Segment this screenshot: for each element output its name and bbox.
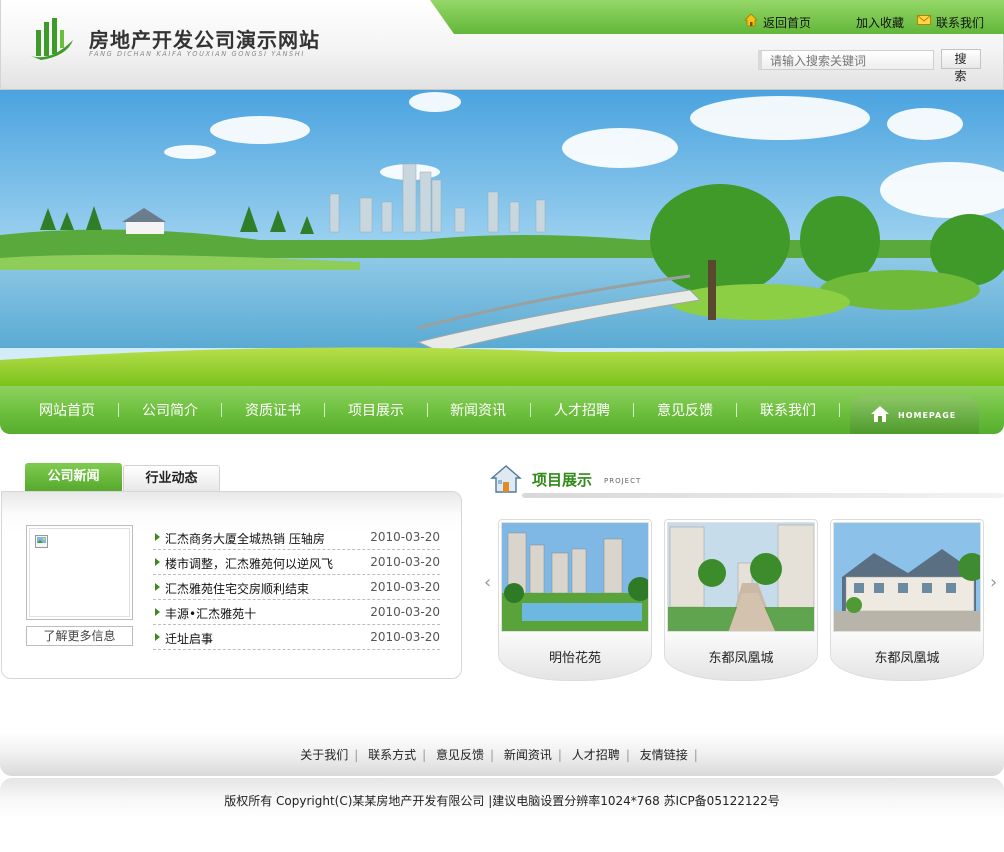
nav-divider xyxy=(427,403,428,417)
footer-link-feedback[interactable]: 意见反馈 xyxy=(436,748,484,762)
footer-nav: 关于我们 | 联系方式 | 意见反馈 | 新闻资讯 | 人才招聘 | 友情链接 | xyxy=(300,748,698,762)
news-date: 2010-03-20 xyxy=(370,580,440,594)
tab-company-news[interactable]: 公司新闻 xyxy=(25,463,122,491)
list-item[interactable]: 迁址启事 2010-03-20 xyxy=(153,625,440,650)
project-card[interactable]: 东都凤凰城 xyxy=(830,519,984,681)
nav-divider xyxy=(633,403,634,417)
project-house-icon xyxy=(490,465,522,493)
home-icon xyxy=(744,13,758,27)
nav-divider xyxy=(736,403,737,417)
projects-title: 项目展示 xyxy=(532,471,593,489)
mail-icon xyxy=(917,15,931,25)
news-date: 2010-03-20 xyxy=(370,555,440,569)
project-card[interactable]: 东都凤凰城 xyxy=(664,519,818,681)
contact-us-link[interactable]: 联系我们 xyxy=(936,14,984,31)
nav-item-about[interactable]: 公司简介 xyxy=(142,386,198,434)
bullet-arrow-icon xyxy=(155,533,160,541)
nav-divider xyxy=(221,403,222,417)
broken-image-icon xyxy=(35,535,48,548)
news-date: 2010-03-20 xyxy=(370,630,440,644)
bullet-arrow-icon xyxy=(155,608,160,616)
news-title[interactable]: 丰源•汇杰雅苑十 xyxy=(165,605,256,622)
news-list: 汇杰商务大厦全城热销 压轴房 2010-03-20 楼市调整，汇杰雅苑何以逆风飞… xyxy=(153,525,440,650)
projects-subtitle: PROJECT xyxy=(604,477,642,485)
news-date: 2010-03-20 xyxy=(370,605,440,619)
section-divider xyxy=(522,493,1004,498)
nav-item-feedback[interactable]: 意见反馈 xyxy=(657,386,713,434)
project-name[interactable]: 东都凤凰城 xyxy=(664,647,818,666)
footer-link-news[interactable]: 新闻资讯 xyxy=(504,748,552,762)
carousel-next-icon[interactable]: › xyxy=(990,572,997,593)
hero-landscape-image xyxy=(0,90,1004,386)
footer-copyright-band xyxy=(0,778,1004,852)
nav-divider xyxy=(839,403,840,417)
news-title[interactable]: 汇杰商务大厦全城热销 压轴房 xyxy=(165,530,325,547)
site-subtitle: FANG DICHAN KAIFA YOUXIAN GONGSI YANSHI xyxy=(89,50,305,58)
nav-divider xyxy=(530,403,531,417)
tab-industry-news[interactable]: 行业动态 xyxy=(123,465,220,491)
news-title[interactable]: 楼市调整，汇杰雅苑何以逆风飞 xyxy=(165,555,333,572)
nav-item-home[interactable]: 网站首页 xyxy=(39,386,95,434)
nav-divider xyxy=(324,403,325,417)
footer-link-careers[interactable]: 人才招聘 xyxy=(572,748,620,762)
main-nav: 网站首页 公司简介 资质证书 项目展示 新闻资讯 人才招聘 意见反馈 联系我们 … xyxy=(0,386,1004,434)
nav-item-contact[interactable]: 联系我们 xyxy=(760,386,816,434)
more-info-button[interactable]: 了解更多信息 xyxy=(26,626,133,646)
list-item[interactable]: 汇杰商务大厦全城热销 压轴房 2010-03-20 xyxy=(153,525,440,550)
project-photo[interactable] xyxy=(667,522,815,632)
nav-item-certificates[interactable]: 资质证书 xyxy=(245,386,301,434)
search-input[interactable] xyxy=(758,50,934,70)
search-button[interactable]: 搜 索 xyxy=(941,49,981,83)
nav-item-news[interactable]: 新闻资讯 xyxy=(450,386,506,434)
homepage-button[interactable]: HOMEPAGE xyxy=(850,396,979,434)
project-photo[interactable] xyxy=(833,522,981,632)
house-icon xyxy=(871,406,889,422)
nav-divider xyxy=(118,403,119,417)
homepage-label: HOMEPAGE xyxy=(898,411,957,420)
logo-mark-icon xyxy=(31,18,73,60)
copyright-text: 版权所有 Copyright(C)某某房地产开发有限公司 |建议电脑设置分辨率1… xyxy=(224,794,780,808)
hero-banner xyxy=(0,90,1004,386)
footer-link-friend-links[interactable]: 友情链接 xyxy=(640,748,688,762)
add-favorite-link[interactable]: 加入收藏 xyxy=(856,14,904,31)
project-name[interactable]: 东都凤凰城 xyxy=(830,647,984,666)
news-title[interactable]: 汇杰雅苑住宅交房顺利结束 xyxy=(165,580,309,597)
nav-item-projects[interactable]: 项目展示 xyxy=(348,386,404,434)
nav-item-careers[interactable]: 人才招聘 xyxy=(554,386,610,434)
carousel-prev-icon[interactable]: ‹ xyxy=(484,572,491,593)
project-card[interactable]: 明怡花苑 xyxy=(498,519,652,681)
project-name[interactable]: 明怡花苑 xyxy=(498,647,652,666)
news-date: 2010-03-20 xyxy=(370,530,440,544)
project-photo[interactable] xyxy=(501,522,649,632)
footer-link-about[interactable]: 关于我们 xyxy=(300,748,348,762)
back-home-link[interactable]: 返回首页 xyxy=(763,14,811,31)
bullet-arrow-icon xyxy=(155,633,160,641)
site-title: 房地产开发公司演示网站 xyxy=(89,28,320,52)
list-item[interactable]: 汇杰雅苑住宅交房顺利结束 2010-03-20 xyxy=(153,575,440,600)
list-item[interactable]: 丰源•汇杰雅苑十 2010-03-20 xyxy=(153,600,440,625)
bullet-arrow-icon xyxy=(155,558,160,566)
list-item[interactable]: 楼市调整，汇杰雅苑何以逆风飞 2010-03-20 xyxy=(153,550,440,575)
footer-link-contact-method[interactable]: 联系方式 xyxy=(368,748,416,762)
bullet-arrow-icon xyxy=(155,583,160,591)
news-title[interactable]: 迁址启事 xyxy=(165,630,213,647)
